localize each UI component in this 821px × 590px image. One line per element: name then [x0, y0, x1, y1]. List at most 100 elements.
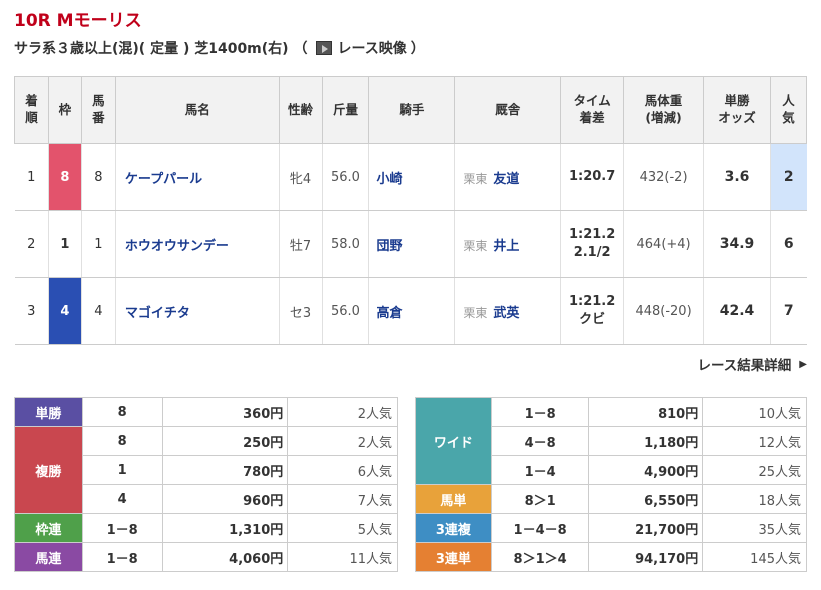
body-weight: 448(-20): [623, 277, 704, 345]
header-rank: 着順: [14, 76, 49, 144]
payout-popularity: 11人気: [287, 542, 398, 572]
popularity: 7: [769, 277, 807, 345]
win-odds: 34.9: [703, 210, 771, 278]
combo: 1－4: [490, 455, 590, 485]
horse-name-link[interactable]: ケープパール: [114, 143, 280, 211]
stable-area: 栗東: [463, 171, 488, 186]
race-title: 10R Mモーリス: [14, 11, 142, 31]
margin: 2.1/2: [573, 245, 611, 260]
bet-type-umaren: 馬連: [14, 542, 83, 572]
payout-table-right: ワイド 1－8 810円 10人気 4－8 1,180円 12人気 1－4 4,…: [415, 397, 807, 572]
payout-amount: 94,170円: [588, 542, 704, 572]
payout-row-sanrenpuku: 3連複 1－4－8 21,700円 35人気: [415, 513, 807, 543]
jockey-link[interactable]: 高倉: [368, 277, 455, 345]
combo: 1: [81, 455, 163, 485]
race-detail-label: レース結果詳細: [697, 358, 792, 374]
combo: 8: [81, 397, 163, 427]
time-cell: 1:20.7: [560, 143, 624, 211]
payout-popularity: 12人気: [702, 426, 807, 456]
sex-age: 牡7: [278, 210, 322, 278]
payout-popularity: 25人気: [702, 455, 807, 485]
trainer-cell: 栗東 武英: [454, 277, 561, 345]
trainer-link[interactable]: 井上: [493, 239, 519, 254]
payout-row-fukusho: 複勝 8 250円 2人気: [14, 426, 398, 514]
payout-popularity: 35人気: [702, 513, 807, 543]
header-odds: 単勝 オッズ: [703, 76, 771, 144]
popularity: 6: [769, 210, 807, 278]
race-video-link[interactable]: レース映像: [311, 38, 407, 58]
race-conditions: サラ系３歳以上(混)( 定量 ) 芝1400m(右) （ レース映像 ）: [14, 38, 425, 58]
payout-row-wakuren: 枠連 1－8 1,310円 5人気: [14, 513, 398, 543]
payout-popularity: 18人気: [702, 484, 807, 514]
waku-badge: 4: [47, 277, 82, 345]
win-odds: 3.6: [703, 143, 771, 211]
combo: 8＞1＞4: [490, 542, 590, 572]
payout-amount: 1,310円: [161, 513, 289, 543]
finish-time: 1:21.2: [568, 227, 616, 243]
umaban: 8: [80, 143, 116, 211]
bet-type-sanrentan: 3連単: [415, 542, 492, 572]
bet-type-tansho: 単勝: [14, 397, 83, 427]
header-umaban: 馬番: [80, 76, 116, 144]
payout-amount: 6,550円: [588, 484, 704, 514]
payout-popularity: 2人気: [287, 426, 398, 456]
combo: 8: [81, 426, 163, 456]
jockey-link[interactable]: 団野: [368, 210, 455, 278]
header-body-weight: 馬体重 (増減): [623, 76, 705, 144]
horse-name-link[interactable]: マゴイチタ: [114, 277, 280, 345]
horse-name-link[interactable]: ホウオウサンデー: [114, 210, 280, 278]
carried-weight: 56.0: [321, 143, 369, 211]
sex-age: 牝4: [278, 143, 322, 211]
result-row: 3 4 4 マゴイチタ セ3 56.0 高倉 栗東 武英 1:21.2 クビ 448…: [14, 277, 807, 345]
race-conditions-text: サラ系３歳以上(混)( 定量 ) 芝1400m(右) （: [14, 41, 308, 57]
popularity: 2: [769, 143, 807, 211]
payout-popularity: 7人気: [287, 484, 398, 514]
jockey-link[interactable]: 小崎: [368, 143, 455, 211]
payout-amount: 960円: [161, 484, 289, 514]
payout-row-umatan: 馬単 8＞1 6,550円 18人気: [415, 484, 807, 514]
bet-type-umatan: 馬単: [415, 484, 492, 514]
payout-amount: 780円: [161, 455, 289, 485]
payout-amount: 810円: [588, 397, 704, 427]
race-detail-link[interactable]: レース結果詳細 ▶: [697, 354, 807, 374]
combo: 1－8: [81, 513, 163, 543]
result-table: 着順 枠 馬番 馬名 性齢 斤量 騎手 厩舎 タイム 着差 馬体重 (増減) 単勝オ…: [14, 76, 808, 345]
payout-table-left: 単勝 8 360円 2人気 複勝 8 250円 2人気 1 780円 6人気 4…: [14, 397, 398, 572]
sex-age: セ3: [278, 277, 322, 345]
result-row: 1 8 8 ケープパール 牝4 56.0 小崎 栗東 友道 1:20.7 432(…: [14, 143, 807, 211]
carried-weight: 58.0: [321, 210, 369, 278]
stable-area: 栗東: [463, 305, 488, 320]
header-trainer: 厩舎: [454, 76, 562, 144]
umaban: 4: [80, 277, 116, 345]
triangle-right-icon: ▶: [799, 358, 807, 370]
payout-row-sanrentan: 3連単 8＞1＞4 94,170円 145人気: [415, 542, 807, 572]
header-popularity: 人気: [769, 76, 808, 144]
payout-row-tansho: 単勝 8 360円 2人気: [14, 397, 398, 427]
time-cell: 1:21.2 クビ: [560, 277, 624, 345]
margin: クビ: [579, 312, 606, 327]
body-weight: 464(+4): [623, 210, 704, 278]
waku-badge: 1: [47, 210, 82, 278]
payout-amount: 360円: [161, 397, 289, 427]
payout-row-wide: ワイド 1－8 810円 10人気: [415, 397, 807, 485]
trainer-cell: 栗東 井上: [454, 210, 561, 278]
payout-row-umaren: 馬連 1－8 4,060円 11人気: [14, 542, 398, 572]
result-header-row: 着順 枠 馬番 馬名 性齢 斤量 騎手 厩舎 タイム 着差 馬体重 (増減) 単勝オ…: [14, 76, 808, 144]
bet-type-sanrenpuku: 3連複: [415, 513, 492, 543]
combo: 1－8: [81, 542, 163, 572]
win-odds: 42.4: [703, 277, 771, 345]
carried-weight: 56.0: [321, 277, 369, 345]
combo: 8＞1: [490, 484, 590, 514]
rank: 3: [14, 277, 49, 345]
payout-amount: 21,700円: [588, 513, 704, 543]
header-time: タイム 着差: [560, 76, 625, 144]
result-row: 2 1 1 ホウオウサンデー 牡7 58.0 団野 栗東 井上 1:21.2 2.1…: [14, 210, 807, 278]
combo: 4: [81, 484, 163, 514]
payout-popularity: 6人気: [287, 455, 398, 485]
combo: 4－8: [490, 426, 590, 456]
payout-popularity: 145人気: [702, 542, 807, 572]
trainer-cell: 栗東 友道: [454, 143, 561, 211]
trainer-link[interactable]: 武英: [493, 306, 519, 321]
waku-badge: 8: [47, 143, 82, 211]
trainer-link[interactable]: 友道: [493, 172, 519, 187]
